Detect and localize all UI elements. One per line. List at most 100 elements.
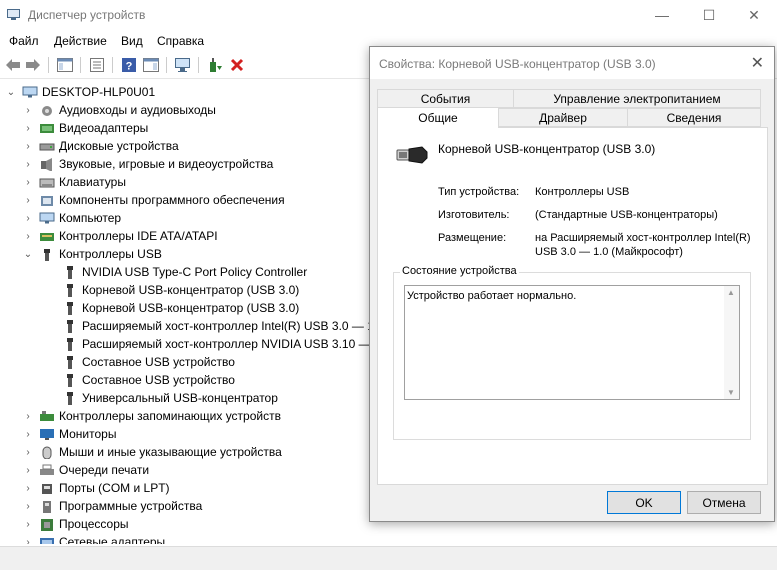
device-status-textbox[interactable]: Устройство работает нормально. ▲ ▼ xyxy=(404,285,740,400)
tree-category[interactable]: › Программные устройства xyxy=(23,497,202,515)
usb-device-label: Корневой USB-концентратор (USB 3.0) xyxy=(82,301,300,315)
tree-category-label: Звуковые, игровые и видеоустройства xyxy=(59,157,274,171)
tree-category-label: Мониторы xyxy=(59,427,117,441)
action-pane-icon[interactable] xyxy=(142,56,160,74)
tree-category[interactable]: › Контроллеры запоминающих устройств xyxy=(23,407,281,425)
close-button[interactable]: ✕ xyxy=(731,2,777,28)
chevron-right-icon[interactable]: › xyxy=(23,141,33,152)
usb-device-item[interactable]: Составное USB устройство xyxy=(62,371,235,389)
usb-device-item[interactable]: Расширяемый хост-контроллер Intel(R) USB… xyxy=(62,317,370,335)
general-tab-panel: Корневой USB-концентратор (USB 3.0) Тип … xyxy=(377,127,768,485)
tree-category[interactable]: › Компьютер xyxy=(23,209,121,227)
chevron-right-icon[interactable]: › xyxy=(23,447,33,458)
tab-details[interactable]: Сведения xyxy=(627,108,761,127)
properties-dialog: Свойства: Корневой USB-концентратор (USB… xyxy=(369,46,775,522)
chevron-right-icon[interactable]: › xyxy=(23,519,33,530)
cancel-button[interactable]: Отмена xyxy=(687,491,761,514)
chevron-down-icon[interactable]: ⌄ xyxy=(23,249,33,260)
chevron-right-icon[interactable]: › xyxy=(23,123,33,134)
tab-general[interactable]: Общие xyxy=(377,107,499,128)
tree-category[interactable]: › Компоненты программного обеспечения xyxy=(23,191,285,209)
tree-category[interactable]: › Клавиатуры xyxy=(23,173,126,191)
toolbar-separator xyxy=(112,57,113,73)
tree-category[interactable]: › Контроллеры IDE ATA/ATAPI xyxy=(23,227,217,245)
chevron-right-icon[interactable]: › xyxy=(23,465,33,476)
tree-category[interactable]: › Порты (COM и LPT) xyxy=(23,479,169,497)
chevron-right-icon[interactable]: › xyxy=(23,195,33,206)
tree-category[interactable]: › Процессоры xyxy=(23,515,128,533)
tree-category-label: Программные устройства xyxy=(59,499,203,513)
show-hide-tree-icon[interactable] xyxy=(56,56,74,74)
dialog-title: Свойства: Корневой USB-концентратор (USB… xyxy=(379,57,656,71)
network-adapter-icon xyxy=(40,537,54,544)
tab-driver[interactable]: Драйвер xyxy=(498,108,628,127)
update-driver-icon[interactable] xyxy=(206,56,224,74)
scan-hardware-icon[interactable] xyxy=(174,56,192,74)
usb-device-item[interactable]: Составное USB устройство xyxy=(62,353,235,371)
menu-view[interactable]: Вид xyxy=(121,34,143,48)
ok-button[interactable]: OK xyxy=(607,491,681,514)
tab-power-management[interactable]: Управление электропитанием xyxy=(513,89,761,108)
chevron-right-icon[interactable]: › xyxy=(23,105,33,116)
tree-category[interactable]: › Дисковые устройства xyxy=(23,137,179,155)
manufacturer-label: Изготовитель: xyxy=(438,209,510,221)
chevron-right-icon[interactable]: › xyxy=(23,231,33,242)
usb-connector-icon xyxy=(396,146,428,164)
back-arrow-icon[interactable] xyxy=(4,56,22,74)
uninstall-device-icon[interactable] xyxy=(228,56,246,74)
tree-category[interactable]: ⌄ Контроллеры USB xyxy=(23,245,162,263)
dialog-close-icon[interactable]: ✕ xyxy=(751,53,764,73)
toolbar-separator xyxy=(198,57,199,73)
properties-icon[interactable] xyxy=(88,56,106,74)
tree-category[interactable]: › Звуковые, игровые и видеоустройства xyxy=(23,155,273,173)
tree-category[interactable]: › Видеоадаптеры xyxy=(23,119,148,137)
maximize-button[interactable]: ☐ xyxy=(686,2,732,28)
usb-device-label: Расширяемый хост-контроллер Intel(R) USB… xyxy=(82,319,370,333)
chevron-right-icon[interactable]: › xyxy=(23,537,33,545)
usb-device-item[interactable]: Корневой USB-концентратор (USB 3.0) xyxy=(62,299,299,317)
tree-category[interactable]: › Сетевые адаптеры xyxy=(23,533,165,544)
tree-category-label: Дисковые устройства xyxy=(59,139,179,153)
tree-category-label: Очереди печати xyxy=(59,463,150,477)
menu-help[interactable]: Справка xyxy=(157,34,204,48)
chevron-right-icon[interactable]: › xyxy=(23,411,33,422)
chevron-right-icon[interactable]: › xyxy=(23,159,33,170)
usb-device-item[interactable]: Корневой USB-концентратор (USB 3.0) xyxy=(62,281,299,299)
tree-category[interactable]: › Мыши и иные указывающие устройства xyxy=(23,443,281,461)
tree-category[interactable]: › Аудиовходы и аудиовыходы xyxy=(23,101,216,119)
scroll-down-icon[interactable]: ▼ xyxy=(727,388,735,397)
horizontal-scrollbar[interactable] xyxy=(0,546,777,570)
tree-category[interactable]: › Мониторы xyxy=(23,425,116,443)
scroll-up-icon[interactable]: ▲ xyxy=(727,288,735,297)
device-manager-icon xyxy=(7,9,20,20)
status-vertical-scrollbar[interactable]: ▲ ▼ xyxy=(724,286,739,399)
tree-category[interactable]: › Очереди печати xyxy=(23,461,149,479)
chevron-down-icon[interactable]: ⌄ xyxy=(6,87,16,98)
device-status-group-label: Состояние устройства xyxy=(400,265,519,277)
device-tree: ⌄ DESKTOP-HLP0U01 › Аудиовходы и аудиовых… xyxy=(0,82,370,544)
chevron-right-icon[interactable]: › xyxy=(23,429,33,440)
usb-device-icon xyxy=(67,283,73,297)
minimize-button[interactable]: — xyxy=(639,2,685,28)
chevron-right-icon[interactable]: › xyxy=(23,483,33,494)
usb-icon xyxy=(44,248,50,261)
tree-category-label: Компоненты программного обеспечения xyxy=(59,193,285,207)
sound-icon xyxy=(41,157,52,171)
device-status-group: Состояние устройства Устройство работает… xyxy=(393,265,751,440)
menu-file[interactable]: Файл xyxy=(9,34,39,48)
tree-root[interactable]: ⌄ DESKTOP-HLP0U01 xyxy=(6,83,155,101)
forward-arrow-icon[interactable] xyxy=(24,56,42,74)
usb-device-item[interactable]: NVIDIA USB Type-C Port Policy Controller xyxy=(62,263,307,281)
usb-device-item[interactable]: Универсальный USB-концентратор xyxy=(62,389,278,407)
tab-events[interactable]: События xyxy=(377,89,514,108)
chevron-right-icon[interactable]: › xyxy=(23,213,33,224)
menu-action[interactable]: Действие xyxy=(54,34,107,48)
location-value-line1: на Расширяемый хост-контроллер Intel(R) xyxy=(535,232,751,244)
chevron-right-icon[interactable]: › xyxy=(23,177,33,188)
chevron-right-icon[interactable]: › xyxy=(23,501,33,512)
help-icon[interactable]: ? xyxy=(120,56,138,74)
tree-category-label: Аудиовходы и аудиовыходы xyxy=(59,103,216,117)
usb-device-item[interactable]: Расширяемый хост-контроллер NVIDIA USB 3… xyxy=(62,335,370,353)
toolbar-separator xyxy=(48,57,49,73)
keyboard-icon xyxy=(39,178,55,187)
